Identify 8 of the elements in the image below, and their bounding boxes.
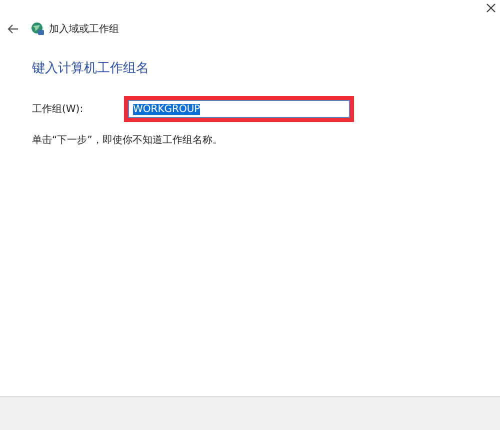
- input-field[interactable]: WORKGROUP: [128, 100, 350, 118]
- window-title: 加入域或工作组: [49, 22, 119, 36]
- back-arrow-icon[interactable]: [7, 24, 19, 34]
- page-heading: 键入计算机工作组名: [32, 60, 150, 77]
- hint-text: 单击“下一步”，即使你不知道工作组名称。: [32, 134, 224, 147]
- network-globe-icon: [31, 22, 45, 36]
- field-label: 工作组(W):: [32, 103, 84, 116]
- close-icon[interactable]: [486, 3, 496, 13]
